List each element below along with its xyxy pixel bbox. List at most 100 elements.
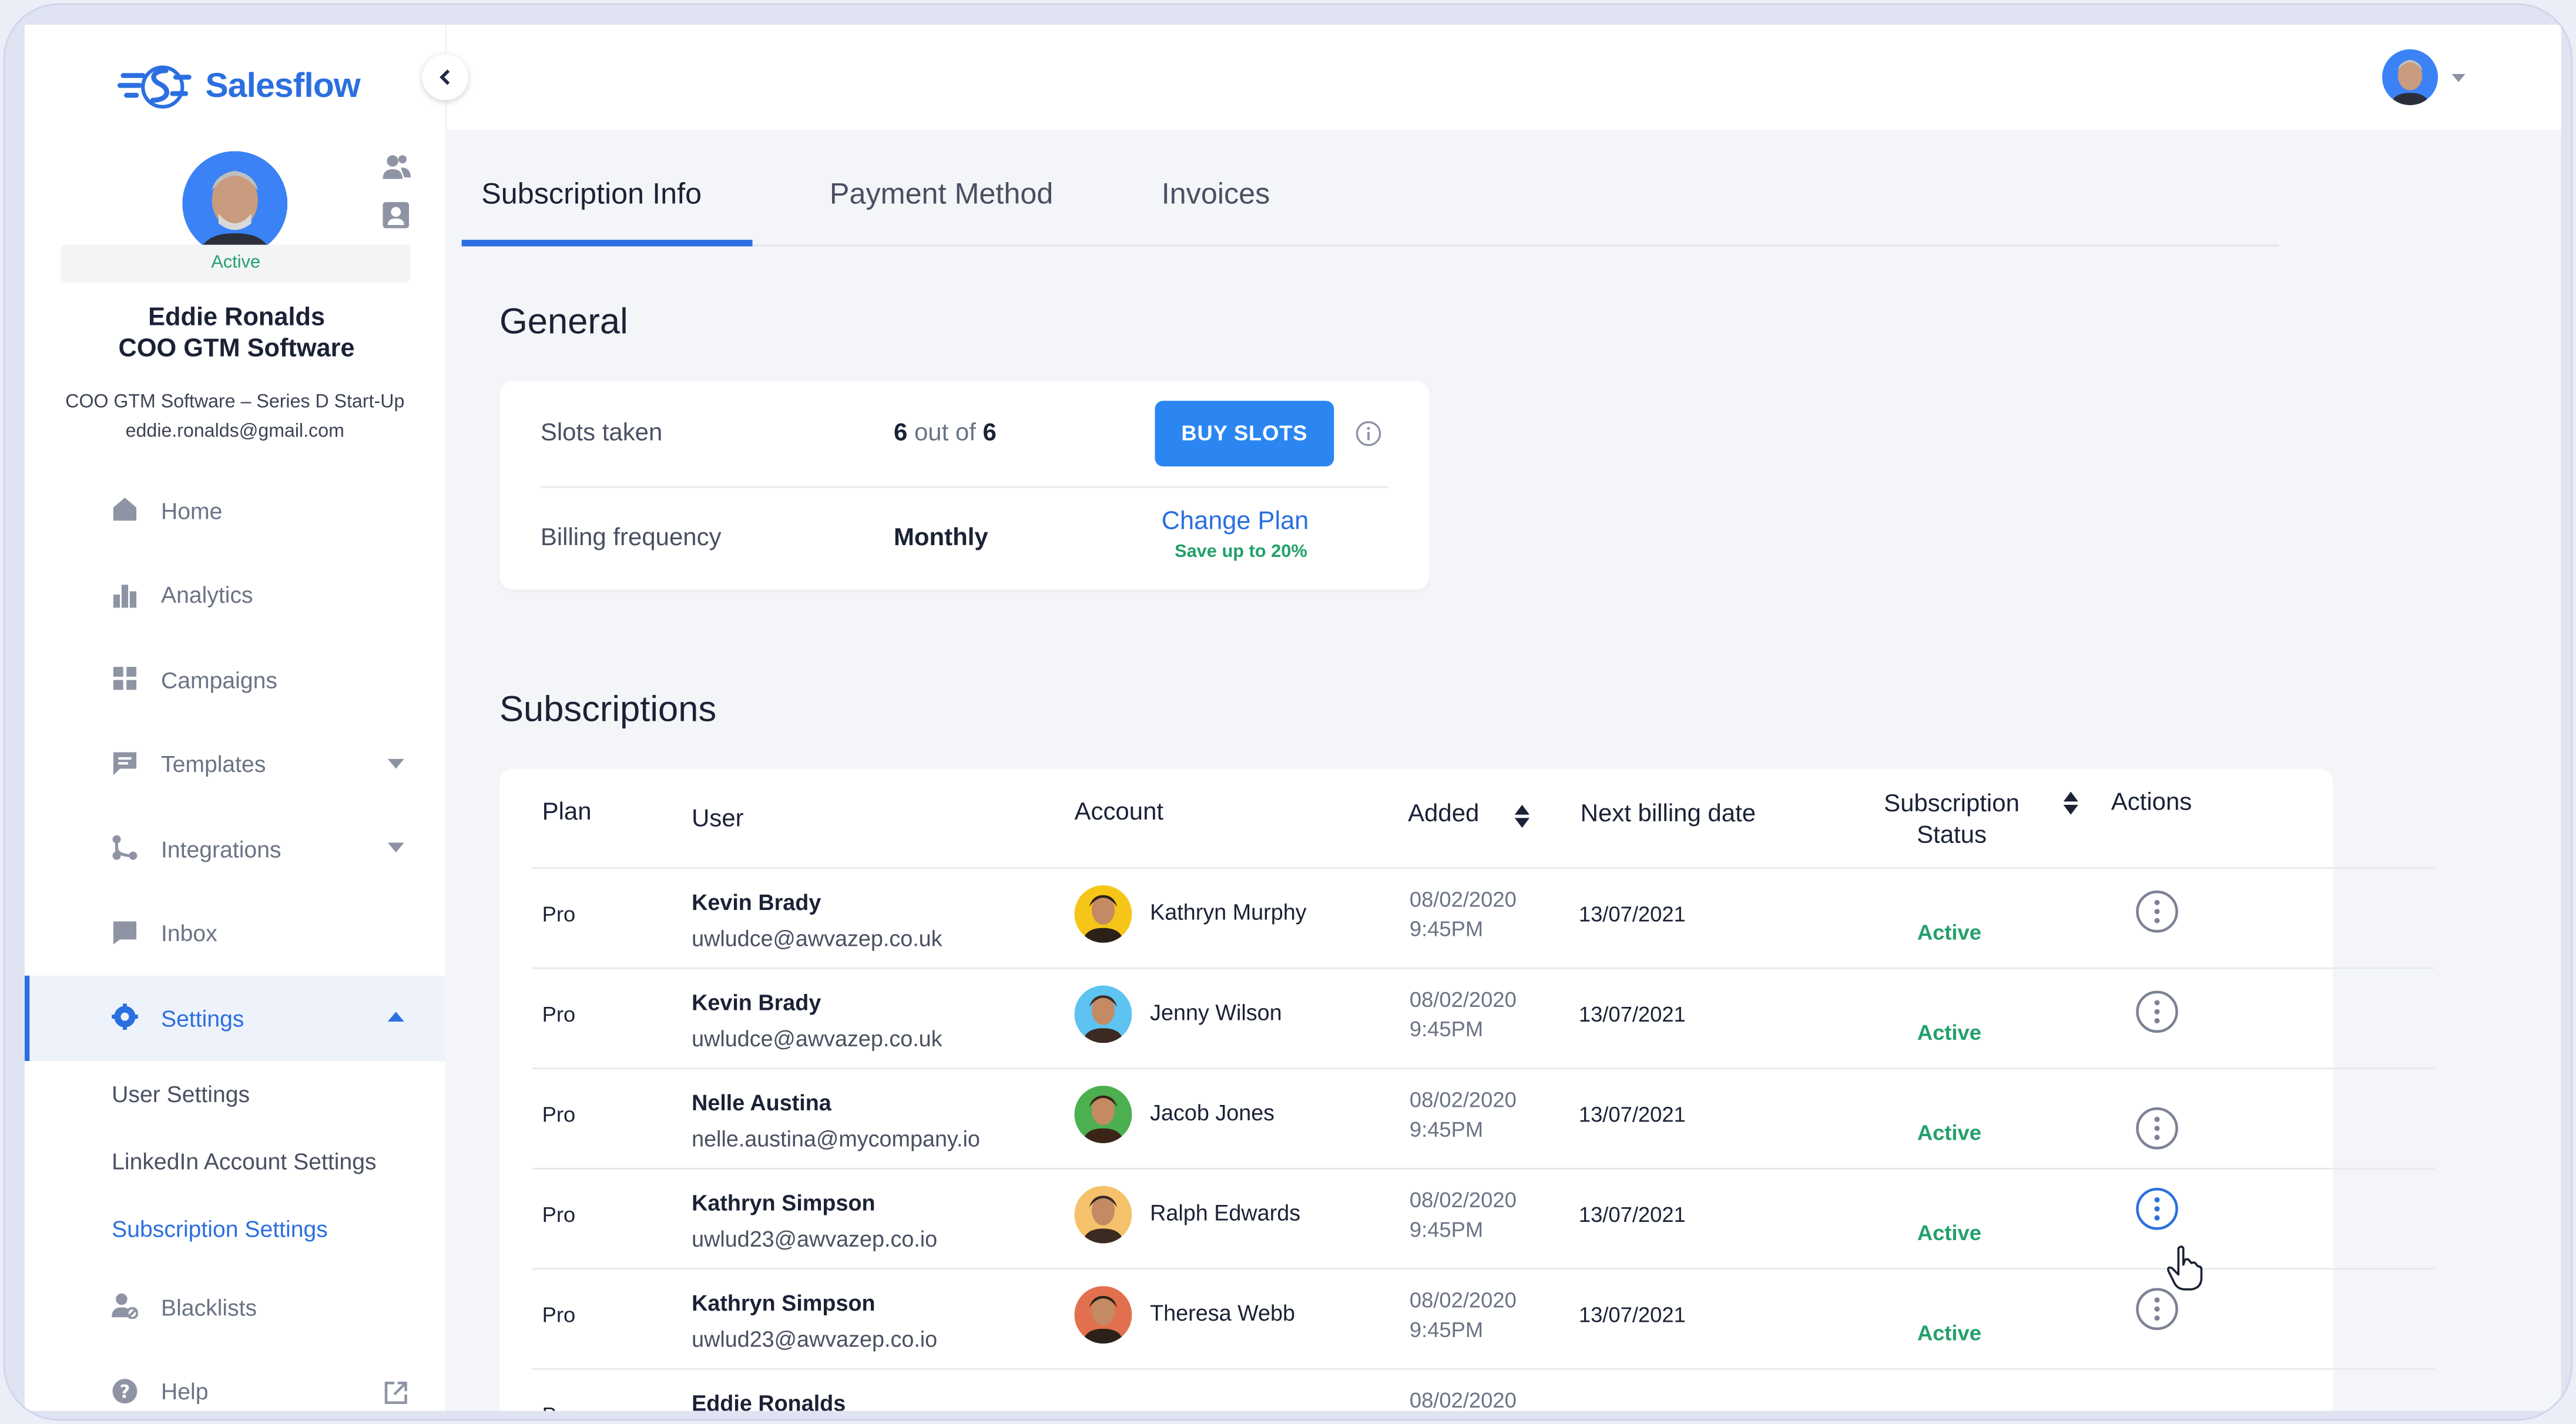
sort-icon[interactable] (1514, 804, 1530, 828)
more-options-icon[interactable] (2136, 990, 2179, 1033)
collapse-sidebar-button[interactable] (422, 54, 468, 100)
more-options-icon[interactable] (2136, 1187, 2179, 1230)
users-icon[interactable] (383, 153, 411, 179)
cell-added-date: 08/02/2020 (1409, 987, 1517, 1012)
sidebar-item-label: Settings (160, 1005, 244, 1032)
col-actions: Actions (2111, 788, 2192, 817)
cell-next-billing: 13/07/2021 (1578, 901, 1686, 926)
account-avatar (1074, 985, 1132, 1043)
sidebar-item-help[interactable]: ? Help (25, 1349, 445, 1411)
home-icon (113, 498, 137, 521)
profile-quick-icons (383, 153, 411, 229)
cell-account-name: Kathryn Murphy (1150, 900, 1307, 925)
general-divider (540, 486, 1388, 488)
subscriptions-heading: Subscriptions (499, 688, 717, 730)
sidebar-item-analytics[interactable]: Analytics (25, 553, 445, 637)
billing-value: Monthly (893, 523, 988, 552)
submenu-subscription-settings[interactable]: Subscription Settings (112, 1195, 445, 1262)
sidebar-item-campaigns[interactable]: Campaigns (25, 637, 445, 722)
buy-slots-button[interactable]: BUY SLOTS (1155, 401, 1334, 467)
help-icon: ? (112, 1378, 137, 1403)
col-status[interactable]: Subscription Status (1853, 788, 2051, 851)
table-row[interactable]: Pro Kathryn Simpson uwlud23@awvazep.co.io R… (532, 1167, 2435, 1268)
cell-plan: Pro (542, 1202, 576, 1227)
chevron-up-icon[interactable] (387, 1012, 404, 1022)
sidebar-item-label: Inbox (160, 920, 217, 947)
tab-subscription-info[interactable]: Subscription Info (461, 169, 753, 247)
more-options-icon[interactable] (2136, 890, 2179, 933)
cell-plan: Pro (542, 1102, 576, 1127)
col-next-billing: Next billing date (1580, 800, 1756, 828)
profile-email: eddie.ronalds@gmail.com (125, 422, 344, 442)
cell-user-email: uwludce@awvazep.co.uk (692, 1026, 942, 1052)
table-row[interactable]: Pro Kathryn Simpson uwlud23@awvazep.co.io T… (532, 1268, 2435, 1368)
cell-user-name: Nelle Austina (692, 1090, 831, 1116)
col-added[interactable]: Added (1408, 800, 1479, 828)
external-link-icon[interactable] (384, 1381, 407, 1403)
tab-payment-method[interactable]: Payment Method (810, 169, 1099, 246)
tab-invoices[interactable]: Invoices (1142, 169, 1290, 246)
more-options-icon[interactable] (2136, 1288, 2179, 1331)
sidebar-item-templates[interactable]: Templates (25, 722, 445, 807)
chevron-down-icon[interactable] (387, 758, 404, 768)
account-avatar (1074, 885, 1132, 943)
chevron-down-icon[interactable] (2451, 73, 2466, 82)
profile-details: COO GTM Software – Series D Start-Up edd… (25, 388, 445, 447)
device-frame: Salesflow Active Eddie Ronalds COO GTM S… (3, 3, 2573, 1421)
cell-account-name: Jenny Wilson (1150, 1000, 1282, 1025)
submenu-user-settings[interactable]: User Settings (112, 1060, 445, 1128)
profile-name: Eddie Ronalds (148, 304, 326, 332)
save-note: Save up to 20% (1175, 542, 1307, 562)
sidebar-item-inbox[interactable]: Inbox (25, 891, 445, 976)
subscriptions-table: Plan User Account Added Next billing dat… (499, 768, 2435, 1411)
sidebar-item-label: Blacklists (160, 1294, 257, 1321)
sidebar-item-label: Templates (160, 751, 266, 778)
table-row[interactable]: Pro Nelle Austina nelle.austina@mycompany.… (532, 1067, 2435, 1168)
sort-icon[interactable] (2063, 791, 2078, 815)
chevron-down-icon[interactable] (387, 842, 404, 853)
table-row[interactable]: Pro Eddie Ronalds 08/02/2020 (532, 1368, 2435, 1411)
settings-submenu: User Settings LinkedIn Account Settings … (25, 1060, 445, 1262)
status-badge: Active (1917, 1220, 1981, 1245)
profile-photo (182, 151, 288, 257)
cell-user-name: Kathryn Simpson (692, 1291, 876, 1316)
cell-next-billing: 13/07/2021 (1578, 1002, 1686, 1027)
cell-user-name: Kathryn Simpson (692, 1191, 876, 1215)
svg-text:?: ? (120, 1381, 130, 1402)
user-menu[interactable] (2382, 49, 2466, 105)
change-plan-link[interactable]: Change Plan (1162, 508, 1309, 537)
sidebar-item-blacklists[interactable]: Blacklists (25, 1265, 445, 1349)
contact-card-icon[interactable] (383, 201, 410, 229)
cell-user-name: Kevin Brady (692, 990, 821, 1015)
sidebar: Salesflow Active Eddie Ronalds COO GTM S… (24, 24, 445, 1411)
cell-account-name: Jacob Jones (1150, 1100, 1275, 1126)
account-avatar (1074, 1286, 1132, 1344)
gear-icon (112, 1003, 138, 1030)
cell-user-email: nelle.austina@mycompany.io (692, 1126, 980, 1151)
sidebar-item-integrations[interactable]: Integrations (25, 807, 445, 891)
account-avatar (1074, 1086, 1132, 1143)
submenu-linkedin-account-settings[interactable]: LinkedIn Account Settings (112, 1127, 445, 1195)
cell-added-time: 9:45PM (1409, 916, 1484, 942)
col-user: User (692, 804, 744, 833)
chevron-left-icon (440, 69, 450, 85)
slots-total: 6 (982, 418, 997, 447)
profile-avatar[interactable] (182, 151, 288, 257)
app-name: Salesflow (205, 67, 360, 105)
bar-chart-icon (113, 583, 137, 607)
slots-used: 6 (893, 418, 908, 447)
more-options-icon[interactable] (2136, 1107, 2179, 1150)
sidebar-item-home[interactable]: Home (25, 468, 445, 553)
info-icon[interactable] (1356, 421, 1382, 447)
cell-account-name: Theresa Webb (1150, 1301, 1296, 1326)
app-logo[interactable]: Salesflow (117, 61, 361, 113)
slots-value: 6 out of 6 (894, 419, 997, 447)
cell-user-name: Kevin Brady (692, 890, 821, 915)
table-row[interactable]: Pro Kevin Brady uwludce@awvazep.co.uk Kathr… (532, 867, 2435, 968)
slots-separator: out of (907, 418, 983, 447)
general-card: Slots taken 6 out of 6 BUY SLOTS Billing… (499, 381, 1430, 590)
sidebar-item-settings[interactable]: Settings (24, 975, 445, 1060)
user-avatar[interactable] (2382, 49, 2439, 105)
table-row[interactable]: Pro Kevin Brady uwludce@awvazep.co.uk Jenny… (532, 967, 2435, 1068)
cell-user-email: uwlud23@awvazep.co.io (692, 1227, 938, 1252)
